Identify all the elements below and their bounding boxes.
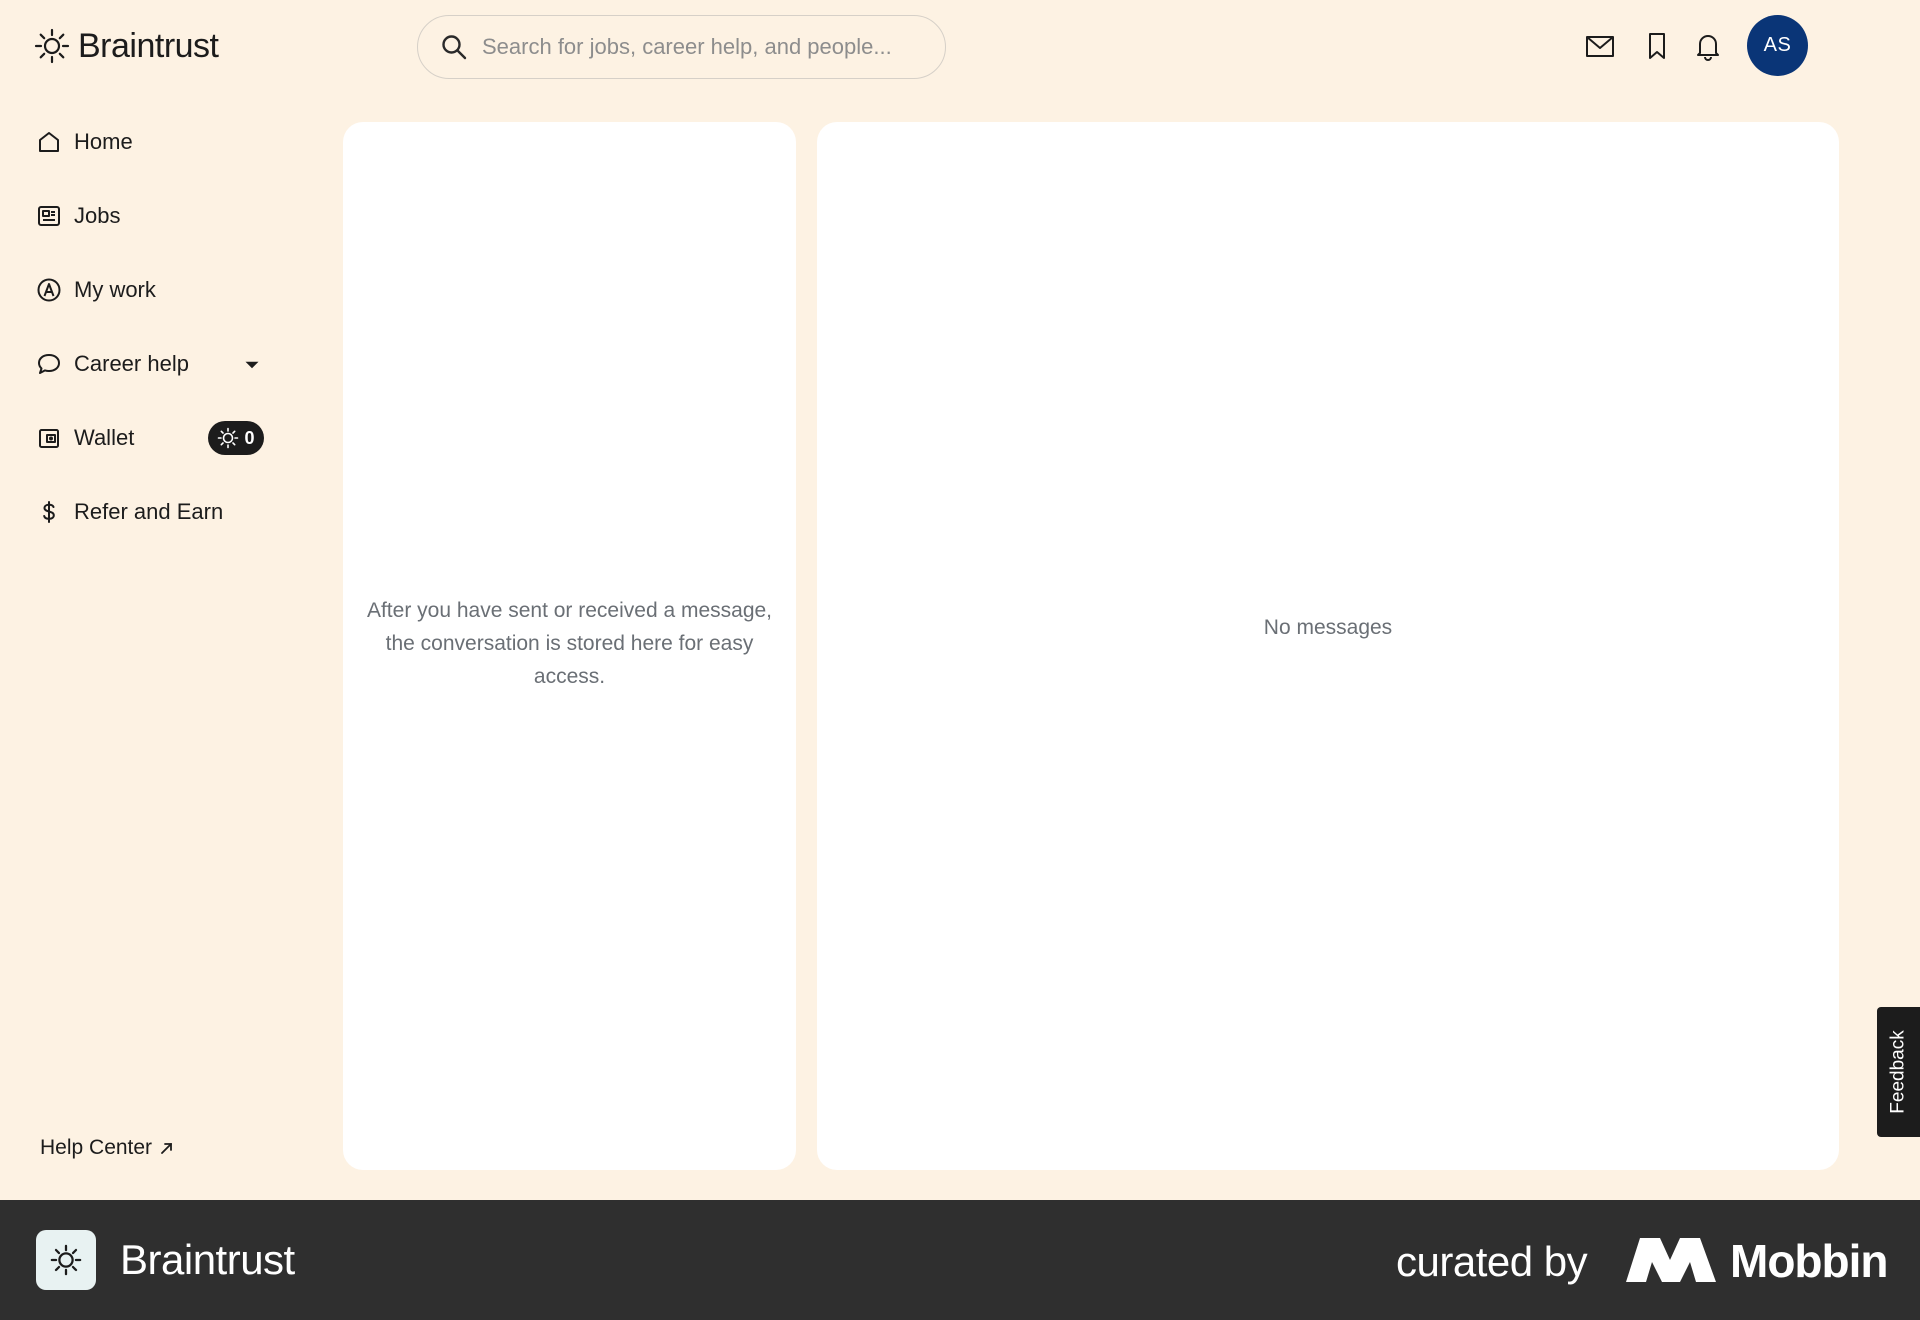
brand-name: Braintrust	[78, 26, 219, 65]
wallet-icon	[39, 429, 59, 448]
sidebar-item-wallet[interactable]: Wallet 0	[36, 416, 266, 460]
help-center-label: Help Center	[40, 1136, 153, 1159]
message-thread-panel: No messages	[817, 122, 1839, 1170]
conversation-empty-state: After you have sent or received a messag…	[366, 599, 773, 688]
notifications-button[interactable]	[1690, 28, 1726, 64]
footer-app-icon	[36, 1230, 96, 1290]
footer-banner: Braintrust curated by Mobbin	[0, 1200, 1920, 1320]
search-icon	[442, 35, 467, 60]
sidebar-item-my-work[interactable]: My work	[36, 268, 266, 312]
help-center-link[interactable]: Help Center	[40, 1136, 176, 1160]
chat-bubble-icon	[38, 354, 60, 374]
sidebar-item-label: Jobs	[74, 203, 121, 228]
sidebar-item-home[interactable]: Home	[36, 120, 266, 164]
braintrust-sun-icon	[34, 28, 70, 64]
bell-icon	[1697, 35, 1719, 61]
mail-icon	[1586, 36, 1614, 57]
my-work-icon	[37, 278, 61, 302]
dollar-icon	[43, 501, 55, 523]
wallet-balance: 0	[244, 427, 255, 448]
mobbin-logo-icon	[1626, 1238, 1716, 1282]
bookmark-icon	[1649, 33, 1665, 59]
user-avatar[interactable]: AS	[1747, 15, 1808, 76]
mobbin-wordmark: Mobbin	[1730, 1235, 1888, 1287]
sidebar-item-label: Refer and Earn	[74, 499, 224, 524]
messages-button[interactable]	[1582, 28, 1618, 64]
braintrust-sun-icon	[50, 1244, 82, 1276]
sidebar-item-jobs[interactable]: Jobs	[36, 194, 266, 238]
wallet-balance-badge: 0	[208, 421, 264, 455]
feedback-tab[interactable]: Feedback	[1877, 1007, 1920, 1137]
no-messages-text: No messages	[1263, 616, 1393, 639]
external-link-arrow-icon	[161, 1143, 172, 1154]
home-icon	[39, 132, 59, 152]
search-input[interactable]	[482, 34, 922, 60]
sidebar-item-refer-and-earn[interactable]: Refer and Earn	[36, 490, 266, 534]
braintrust-logo[interactable]: Braintrust	[34, 26, 219, 66]
sidebar-item-label: My work	[74, 277, 156, 302]
braintrust-token-icon	[218, 427, 239, 449]
conversation-list-panel: After you have sent or received a messag…	[343, 122, 796, 1170]
sidebar-item-label: Career help	[74, 351, 189, 376]
footer-brand-name: Braintrust	[120, 1236, 295, 1283]
feedback-label: Feedback	[1887, 1030, 1909, 1114]
sidebar-item-career-help[interactable]: Career help	[36, 342, 266, 386]
sidebar-item-label: Home	[74, 129, 133, 154]
jobs-icon	[38, 206, 60, 226]
sidebar-item-label: Wallet	[74, 425, 135, 450]
curated-by-text: curated by	[1396, 1238, 1588, 1285]
search-bar[interactable]	[417, 15, 946, 79]
chevron-down-icon[interactable]	[239, 352, 265, 378]
saved-button[interactable]	[1639, 28, 1675, 64]
